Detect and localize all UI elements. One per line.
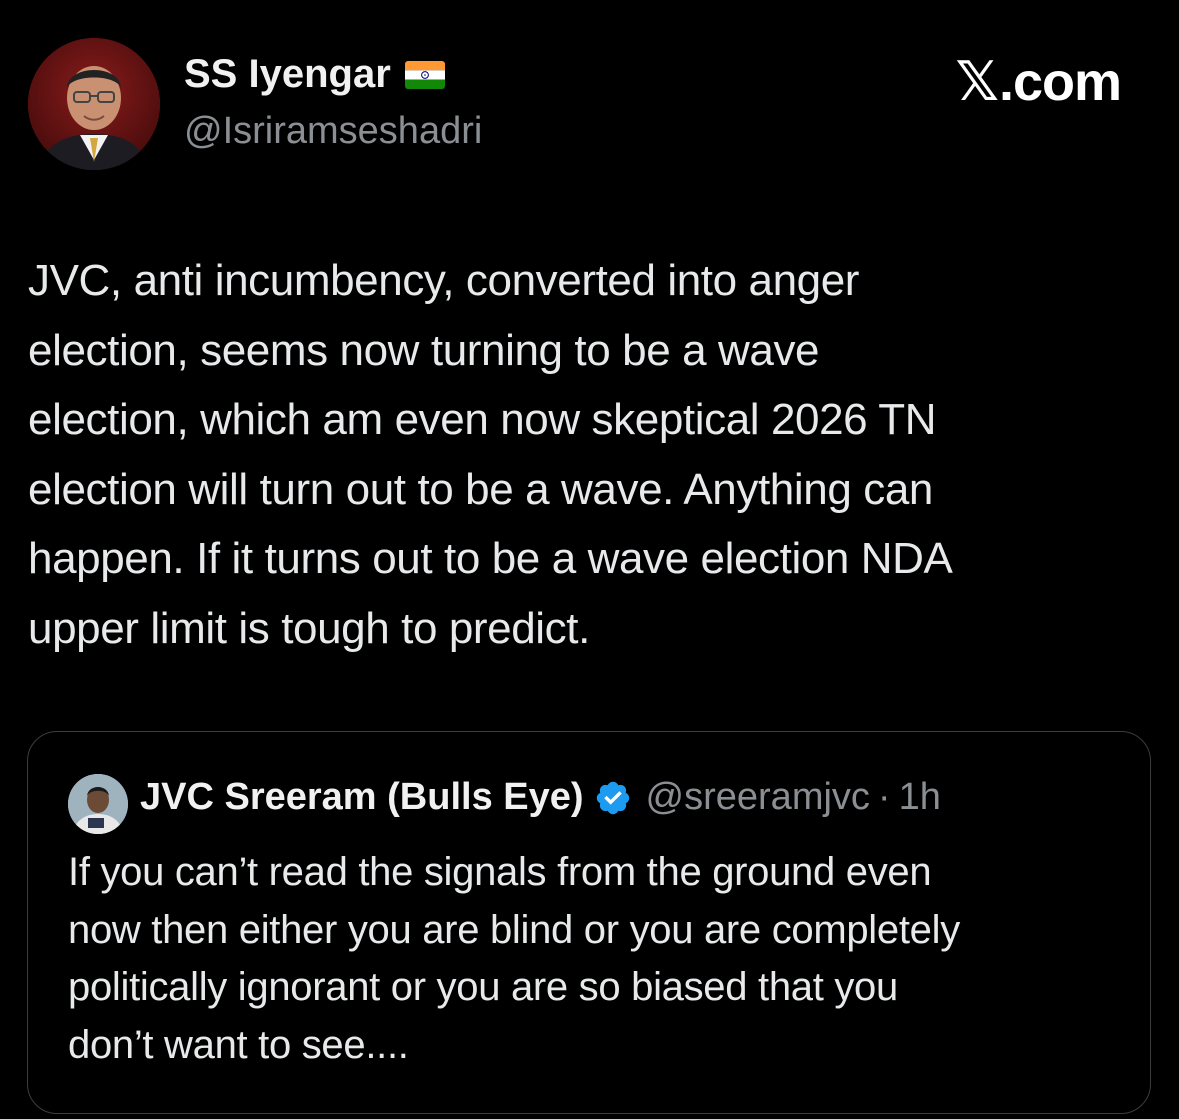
quoted-author-name[interactable]: JVC Sreeram (Bulls Eye) [140,776,584,819]
verified-badge-icon [594,779,632,817]
x-com-logo: 𝕏.com [955,50,1122,113]
author-handle[interactable]: @Isriramseshadri [184,110,482,153]
quoted-tweet-header: JVC Sreeram (Bulls Eye) @sreeramjvc · 1h [140,776,941,819]
author-avatar[interactable] [28,38,160,170]
quoted-author-handle[interactable]: @sreeramjvc [646,776,870,819]
quoted-tweet-text: If you can’t read the signals from the g… [68,850,960,1067]
author-display-name-row[interactable]: SS Iyengar [184,52,445,97]
quoted-author-avatar[interactable] [68,774,128,834]
quoted-tweet-timestamp[interactable]: 1h [899,776,941,819]
brand-domain: .com [998,52,1122,112]
quoted-tweet-card[interactable]: JVC Sreeram (Bulls Eye) @sreeramjvc · 1h… [27,731,1151,1114]
separator-dot: · [877,776,891,818]
author-display-name[interactable]: SS Iyengar [184,52,391,97]
x-logo-icon: 𝕏 [955,50,999,113]
india-flag-icon [404,60,445,89]
tweet-text: JVC, anti incumbency, converted into ang… [28,256,953,653]
